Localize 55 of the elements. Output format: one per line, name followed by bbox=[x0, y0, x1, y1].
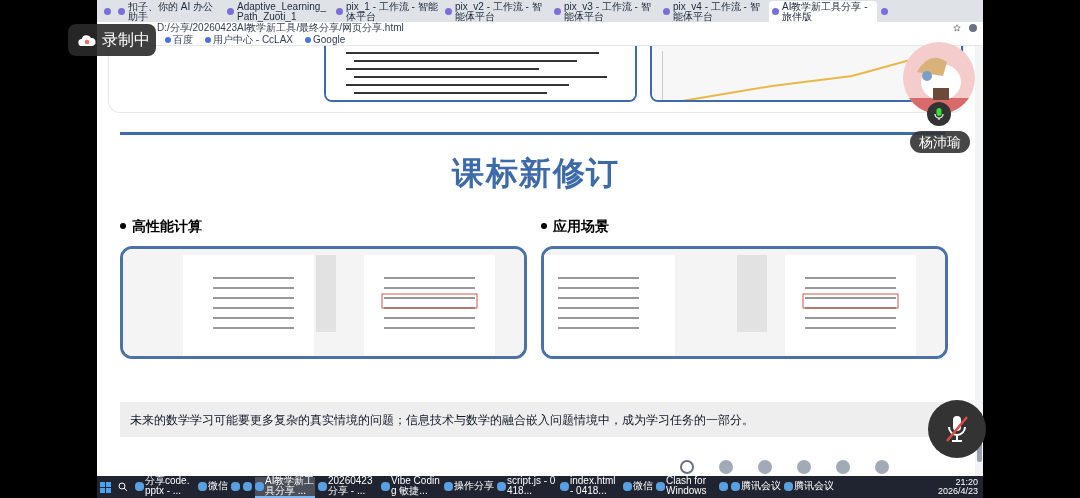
section-heading: 应用场景 bbox=[553, 219, 609, 233]
app-icon bbox=[560, 481, 569, 491]
star-icon[interactable] bbox=[953, 24, 961, 32]
taskbar-item[interactable]: index.html - 0418... bbox=[560, 476, 620, 498]
start-icon[interactable] bbox=[100, 481, 111, 493]
bookmark[interactable]: Google bbox=[305, 34, 346, 45]
tab-icon bbox=[772, 8, 779, 15]
address-field[interactable]: D:/分享/20260423AI教学新工具/最终分享/网页分享.html bbox=[157, 23, 945, 33]
bullet-icon bbox=[541, 223, 547, 229]
profile-icon[interactable] bbox=[969, 24, 977, 32]
app-icon bbox=[784, 481, 793, 491]
bookmark[interactable]: 用户中心 - CcLAX bbox=[205, 34, 293, 45]
taskbar-item[interactable]: 腾讯会议 bbox=[731, 476, 781, 498]
app-icon bbox=[656, 481, 665, 491]
taskbar-item[interactable]: 20260423分享 - ... bbox=[318, 476, 378, 498]
tab-icon bbox=[881, 8, 888, 15]
bookmark-icon bbox=[165, 36, 171, 43]
taskbar-item[interactable]: script.js - 0418... bbox=[497, 476, 557, 498]
scrollbar[interactable] bbox=[975, 46, 983, 476]
participant-name: 杨沛瑜 bbox=[919, 135, 961, 149]
app-icon bbox=[198, 481, 207, 491]
recording-badge: 录制中 bbox=[68, 24, 156, 56]
app-icon bbox=[318, 481, 327, 491]
muted-microphone-icon bbox=[944, 414, 970, 444]
tab-icon bbox=[336, 8, 343, 15]
tab-icon bbox=[554, 8, 561, 15]
browser-tab[interactable]: pix_1 - 工作流 - 智能体平台 bbox=[333, 1, 441, 22]
clock-date: 2026/4/23 bbox=[937, 487, 978, 496]
app-icon bbox=[381, 481, 390, 491]
tab-icon bbox=[663, 8, 670, 15]
bookmark[interactable]: 百度 bbox=[165, 34, 193, 45]
taskbar-item[interactable]: Clash for Windows bbox=[656, 476, 716, 498]
taskbar-item[interactable]: 分享code.pptx - ... bbox=[135, 476, 195, 498]
caption-text: 未来的数学学习可能要更多复杂的真实情境的问题；信息技术与数学的融合嵌入问题情境中，成为学习任务的一部分。 bbox=[130, 411, 754, 429]
cloud-icon bbox=[78, 33, 96, 47]
app-icon bbox=[497, 481, 506, 491]
taskbar-item[interactable]: 腾讯会议 bbox=[784, 476, 834, 498]
section-title: 课标新修订 bbox=[452, 157, 620, 189]
section-heading: 高性能计算 bbox=[132, 219, 202, 233]
bookmark-icon bbox=[205, 36, 211, 43]
app-icon bbox=[623, 481, 632, 491]
bookmark-icon bbox=[305, 36, 311, 43]
app-icon bbox=[444, 481, 453, 491]
taskbar-item[interactable]: 微信 bbox=[198, 476, 228, 498]
tab-icon bbox=[227, 8, 234, 15]
browser-tab[interactable]: AI教学新工具分享 - 旅伴版 bbox=[769, 1, 877, 22]
taskbar-item[interactable]: AI教学新工具分享 ... bbox=[255, 476, 315, 498]
clock-time: 21:20 bbox=[955, 478, 978, 487]
tab-icon bbox=[445, 8, 452, 15]
taskbar-item[interactable]: 微信 bbox=[623, 476, 653, 498]
bullet-icon bbox=[120, 223, 126, 229]
taskbar-item[interactable]: Vibe Coding 敏捷... bbox=[381, 476, 441, 498]
taskbar-item[interactable]: 操作分享 bbox=[444, 476, 494, 498]
search-icon[interactable] bbox=[118, 482, 128, 492]
app-icon bbox=[135, 481, 144, 491]
